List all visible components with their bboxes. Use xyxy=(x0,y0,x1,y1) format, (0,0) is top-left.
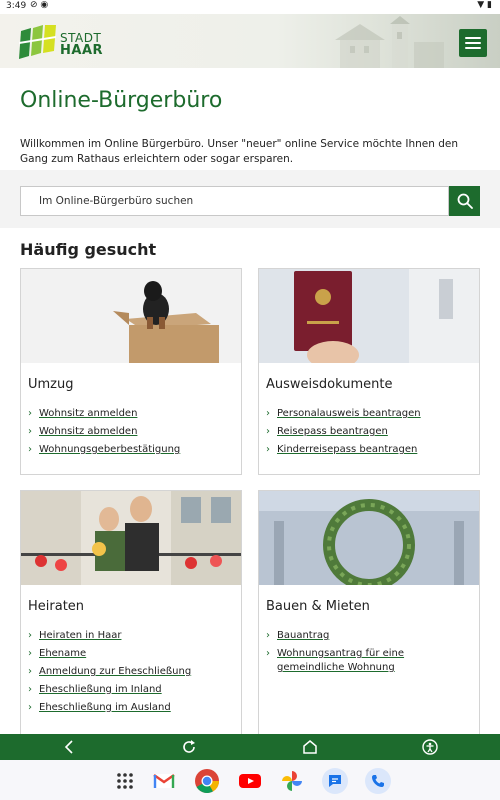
list-item: › Heiraten in Haar xyxy=(28,629,233,643)
link-anmeldung-eheschliessung[interactable]: Anmeldung zur Eheschließung xyxy=(39,666,191,677)
search-button[interactable] xyxy=(449,186,480,216)
chevron-right-icon: › xyxy=(266,426,270,437)
link-wohnsitz-anmelden[interactable]: Wohnsitz anmelden xyxy=(39,408,137,419)
list-item: › Eheschließung im Inland xyxy=(28,683,233,697)
card-link-list: › Bauantrag › Wohnungsantrag für eine geme… xyxy=(266,629,471,679)
link-wohnungsgeberbestaetigung[interactable]: Wohnungsgeberbestätigung xyxy=(39,444,180,455)
notification-icons: ⊘ ◉ xyxy=(30,0,49,10)
card-link-list: › Wohnsitz anmelden › Wohnsitz abmelden › W… xyxy=(28,407,233,461)
chevron-right-icon: › xyxy=(266,444,270,455)
reload-icon[interactable] xyxy=(181,739,197,755)
search-input[interactable]: Im Online-Bürgerbüro suchen xyxy=(20,186,449,216)
accessibility-icon[interactable] xyxy=(422,739,438,755)
list-item: › Wohnungsgeberbestätigung xyxy=(28,443,233,457)
youtube-icon[interactable] xyxy=(237,768,263,794)
phone-icon[interactable] xyxy=(365,768,391,794)
link-eheschliessung-inland[interactable]: Eheschließung im Inland xyxy=(39,684,162,695)
page-title: Online-Bürgerbüro xyxy=(20,88,223,113)
card-image-passport xyxy=(259,269,479,363)
link-reisepass[interactable]: Reisepass beantragen xyxy=(277,426,388,437)
site-header: STADT HAAR xyxy=(0,14,500,68)
chevron-right-icon: › xyxy=(28,666,32,677)
app-dock xyxy=(0,760,500,800)
card-bauen-mieten: Bauen & Mieten › Bauantrag › Wohnungsantra… xyxy=(258,490,480,734)
card-link-list: › Personalausweis beantragen › Reisepass b… xyxy=(266,407,471,461)
logo-text-haar: HAAR xyxy=(60,43,104,58)
link-personalausweis[interactable]: Personalausweis beantragen xyxy=(277,408,421,419)
list-item: › Wohnsitz abmelden xyxy=(28,425,233,439)
link-ehename[interactable]: Ehename xyxy=(39,648,86,659)
card-title: Ausweisdokumente xyxy=(266,377,393,392)
card-title: Umzug xyxy=(28,377,74,392)
list-item: › Reisepass beantragen xyxy=(266,425,471,439)
link-bauantrag[interactable]: Bauantrag xyxy=(277,630,329,641)
hamburger-icon xyxy=(465,37,481,39)
list-item: › Wohnsitz anmelden xyxy=(28,407,233,421)
wifi-battery-icon: ▼ ▮ xyxy=(477,0,492,10)
app-drawer-icon[interactable] xyxy=(112,768,138,794)
chevron-right-icon: › xyxy=(266,630,270,641)
card-heiraten: Heiraten › Heiraten in Haar › Ehename › Anm… xyxy=(20,490,242,734)
gmail-icon[interactable] xyxy=(151,768,177,794)
clock: 3:49 xyxy=(6,1,27,11)
list-item: › Wohnungsantrag für eine gemeindliche Wo… xyxy=(266,647,471,675)
menu-button[interactable] xyxy=(459,29,487,57)
chevron-right-icon: › xyxy=(28,408,32,419)
list-item: › Kinderreisepass beantragen xyxy=(266,443,471,457)
chevron-right-icon: › xyxy=(266,648,270,659)
list-item: › Bauantrag xyxy=(266,629,471,643)
card-title: Bauen & Mieten xyxy=(266,599,370,614)
list-item: › Anmeldung zur Eheschließung xyxy=(28,665,233,679)
intro-text: Willkommen im Online Bürgerbüro. Unser "… xyxy=(20,138,458,165)
town-skyline-image xyxy=(335,16,444,68)
card-link-list: › Heiraten in Haar › Ehename › Anmeldung zu… xyxy=(28,629,233,719)
chevron-right-icon: › xyxy=(28,702,32,713)
messages-icon[interactable] xyxy=(322,768,348,794)
link-heiraten-in-haar[interactable]: Heiraten in Haar xyxy=(39,630,121,641)
chevron-right-icon: › xyxy=(28,648,32,659)
back-icon[interactable] xyxy=(62,739,78,755)
search-icon xyxy=(457,193,473,209)
status-bar: 3:49 ⊘ ◉ ▼ ▮ xyxy=(0,0,500,14)
link-eheschliessung-ausland[interactable]: Eheschließung im Ausland xyxy=(39,702,171,713)
chevron-right-icon: › xyxy=(28,684,32,695)
chevron-right-icon: › xyxy=(28,630,32,641)
browser-nav-bar xyxy=(0,734,500,760)
card-title: Heiraten xyxy=(28,599,85,614)
home-icon[interactable] xyxy=(302,739,318,755)
card-image-dog-box xyxy=(21,269,241,363)
chevron-right-icon: › xyxy=(266,408,270,419)
chevron-right-icon: › xyxy=(28,444,32,455)
list-item: › Eheschließung im Ausland xyxy=(28,701,233,715)
card-umzug: Umzug › Wohnsitz anmelden › Wohnsitz abmel… xyxy=(20,268,242,475)
chevron-right-icon: › xyxy=(28,426,32,437)
link-wohnungsantrag[interactable]: Wohnungsantrag für eine gemeindliche Woh… xyxy=(277,648,404,673)
card-image-wreath xyxy=(259,491,479,585)
section-title: Häufig gesucht xyxy=(20,240,157,259)
photos-icon[interactable] xyxy=(279,768,305,794)
stadt-haar-logo[interactable]: STADT HAAR xyxy=(19,25,103,65)
card-ausweisdokumente: Ausweisdokumente › Personalausweis beantr… xyxy=(258,268,480,475)
logo-mark-icon xyxy=(19,25,56,59)
list-item: › Personalausweis beantragen xyxy=(266,407,471,421)
link-wohnsitz-abmelden[interactable]: Wohnsitz abmelden xyxy=(39,426,137,437)
link-kinderreisepass[interactable]: Kinderreisepass beantragen xyxy=(277,444,417,455)
chrome-icon[interactable] xyxy=(194,768,220,794)
list-item: › Ehename xyxy=(28,647,233,661)
card-image-wedding-couple xyxy=(21,491,241,585)
